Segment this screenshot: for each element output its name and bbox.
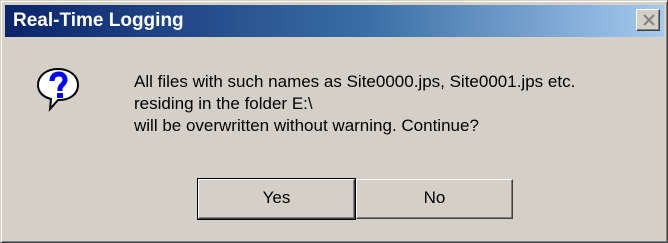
question-icon — [36, 67, 80, 112]
message-line: All files with such names as Site0000.jp… — [134, 72, 576, 91]
dialog-title: Real-Time Logging — [13, 10, 184, 31]
title-bar[interactable]: Real-Time Logging — [5, 5, 664, 37]
yes-button[interactable]: Yes — [197, 178, 356, 220]
message-line: will be overwritten without warning. Con… — [134, 116, 479, 135]
message-dialog: Real-Time Logging All files with such na… — [0, 0, 668, 243]
close-button[interactable] — [636, 9, 660, 31]
no-button[interactable]: No — [356, 179, 513, 219]
dialog-message: All files with such names as Site0000.jp… — [134, 71, 654, 137]
message-line: residing in the folder E:\ — [134, 94, 313, 113]
close-icon — [643, 14, 655, 26]
